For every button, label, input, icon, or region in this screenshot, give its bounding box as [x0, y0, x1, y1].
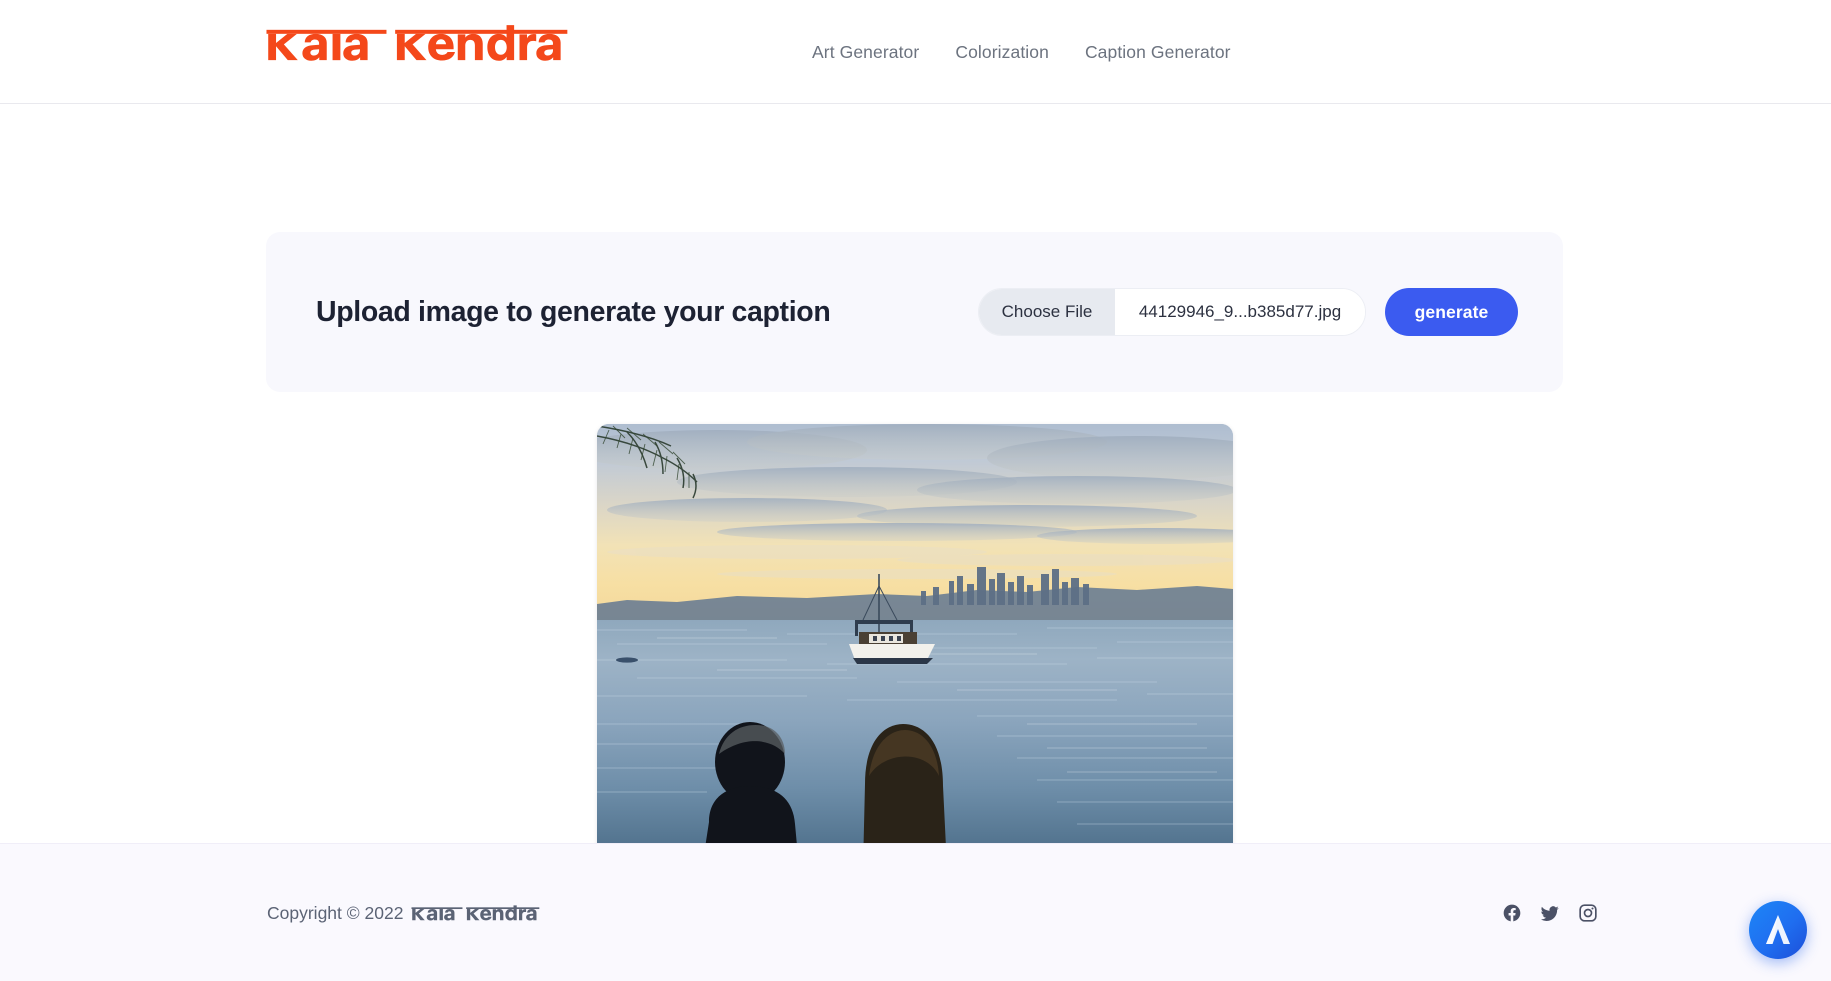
generate-button[interactable]: generate [1385, 288, 1518, 336]
assistant-fab-button[interactable] [1749, 901, 1807, 959]
assistant-a-icon [1749, 901, 1807, 959]
choose-file-button[interactable]: Choose File [979, 289, 1115, 335]
nav-item-colorization[interactable]: Colorization [955, 42, 1049, 63]
file-input-control[interactable]: Choose File 44129946_9...b385d77.jpg [978, 288, 1366, 336]
page-root: Art Generator Colorization Caption Gener… [0, 0, 1831, 981]
facebook-icon [1503, 904, 1521, 921]
nav-item-art-generator[interactable]: Art Generator [812, 42, 919, 63]
image-preview [597, 424, 1233, 900]
twitter-link[interactable] [1539, 902, 1561, 924]
footer-kala-kendra-wordmark-icon [411, 904, 540, 920]
page-title: Upload image to generate your caption [316, 295, 831, 328]
facebook-link[interactable] [1501, 902, 1523, 924]
selected-file-name: 44129946_9...b385d77.jpg [1115, 289, 1365, 335]
twitter-icon [1540, 905, 1559, 921]
copyright-text: Copyright © 2022 [267, 902, 404, 923]
main-content: Upload image to generate your caption Ch… [0, 104, 1831, 900]
nav-item-caption-generator[interactable]: Caption Generator [1085, 42, 1231, 63]
instagram-link[interactable] [1577, 902, 1599, 924]
brand-logo-link[interactable] [263, 22, 576, 62]
instagram-icon [1579, 903, 1597, 922]
uploaded-photo-icon [597, 424, 1233, 900]
kala-kendra-wordmark-icon [266, 25, 568, 61]
site-header: Art Generator Colorization Caption Gener… [0, 0, 1831, 104]
social-links [1501, 902, 1599, 924]
primary-nav: Art Generator Colorization Caption Gener… [812, 0, 1231, 104]
copyright: Copyright © 2022 [267, 902, 543, 924]
site-footer: Copyright © 2022 [0, 843, 1831, 981]
upload-card: Upload image to generate your caption Ch… [266, 232, 1563, 392]
